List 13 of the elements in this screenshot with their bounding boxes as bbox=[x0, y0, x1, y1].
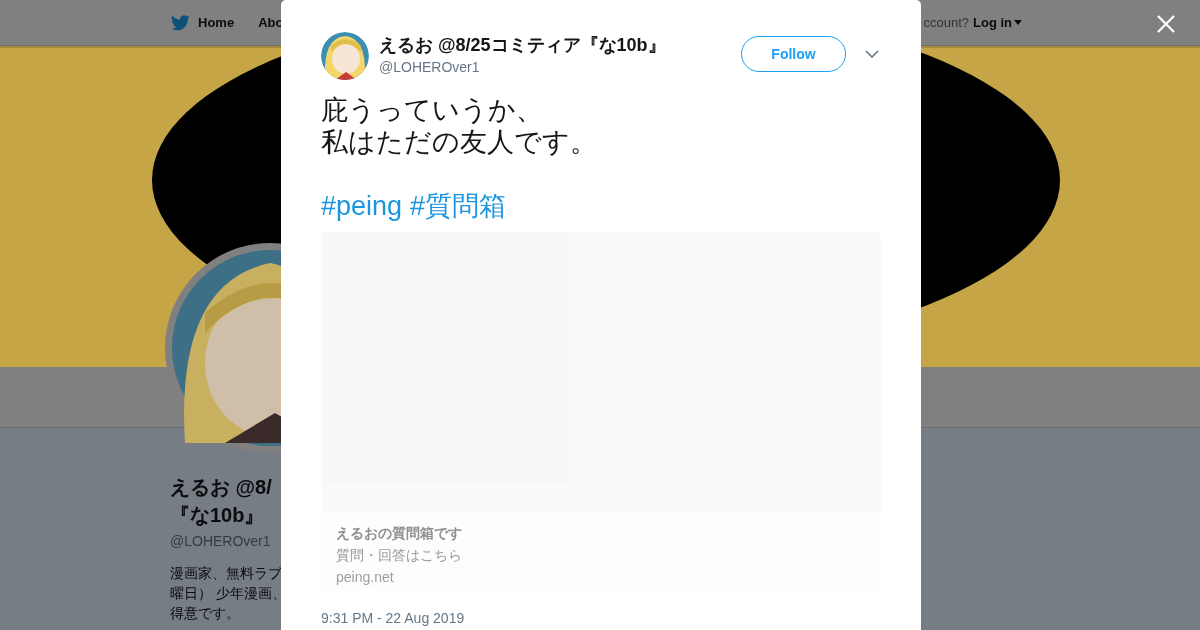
nav-link[interactable]: Home bbox=[171, 14, 235, 31]
account-prompt: ccount? bbox=[923, 15, 969, 30]
card-domain: peing.net bbox=[336, 568, 395, 587]
caret-icon bbox=[1014, 20, 1022, 25]
tweet-timestamp: 9:31 PM - 22 Aug 2019 bbox=[321, 610, 466, 626]
bird-icon bbox=[171, 14, 190, 31]
card-description: 質問・回答はこちら bbox=[336, 546, 463, 565]
card-title: えるおの質問箱です bbox=[336, 524, 463, 543]
profile-handle: @LOHEROver1 bbox=[170, 533, 272, 549]
profile-bio: 漫画家、無料ラブ 曜日） 少年漫画、 得意です。 bbox=[170, 564, 280, 623]
profile-name: えるお @8/ 『な10b』 bbox=[170, 475, 273, 528]
login-link[interactable]: Log in bbox=[973, 15, 1022, 30]
close-icon[interactable] bbox=[1157, 15, 1175, 33]
